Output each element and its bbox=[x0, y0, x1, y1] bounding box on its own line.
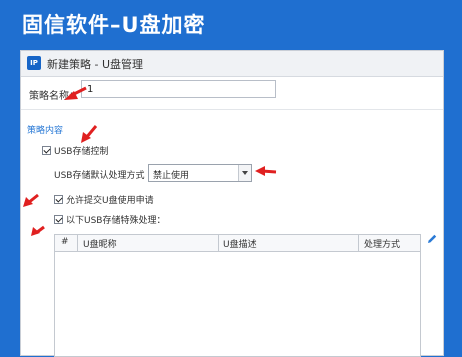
arrow-icon-group bbox=[23, 86, 277, 236]
annotation-arrows bbox=[23, 86, 277, 236]
arrow-icon bbox=[255, 166, 265, 176]
